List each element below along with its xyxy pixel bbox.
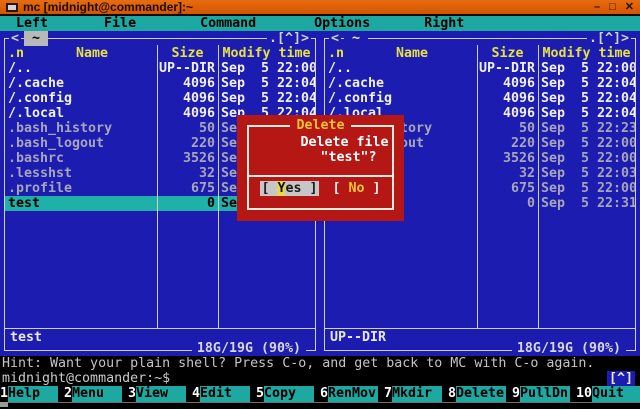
terminal-icon bbox=[6, 3, 18, 12]
yes-button[interactable]: [ Yes ] bbox=[260, 181, 318, 196]
fkey-label: Delete bbox=[456, 386, 506, 402]
column-header-name[interactable]: Name bbox=[347, 46, 477, 61]
column-separator bbox=[477, 45, 478, 329]
fkey-number: 1 bbox=[0, 386, 8, 402]
hint-line: Hint: Want your plain shell? Press C-o, … bbox=[0, 356, 640, 371]
column-header-size[interactable]: Size bbox=[157, 46, 218, 61]
fkey-menu[interactable]: 2Menu bbox=[64, 386, 128, 402]
window-bottom-edge bbox=[0, 402, 640, 407]
delete-dialog: Delete Delete file "test"? [ Yes ] [ No … bbox=[237, 115, 404, 221]
fkey-help[interactable]: 1Help bbox=[0, 386, 64, 402]
window-titlebar: mc [midnight@commander]:~ – □ ✕ bbox=[0, 0, 640, 16]
mini-status-divider bbox=[325, 328, 635, 329]
file-row[interactable]: /..UP--DIRSep 5 22:00 bbox=[325, 61, 635, 76]
dialog-title: Delete bbox=[290, 118, 350, 133]
close-button[interactable]: ✕ bbox=[625, 0, 634, 15]
fkey-view[interactable]: 3View bbox=[128, 386, 192, 402]
column-separator bbox=[538, 45, 539, 329]
column-header-mtime[interactable]: Modify time bbox=[538, 46, 635, 61]
file-row[interactable]: /.cache4096Sep 5 22:04 bbox=[5, 76, 315, 91]
panel-path[interactable]: ~ bbox=[344, 31, 368, 46]
column-separator bbox=[218, 45, 219, 329]
fkey-copy[interactable]: 5Copy bbox=[256, 386, 320, 402]
fkey-label: RenMov bbox=[328, 386, 378, 402]
fkey-renmov[interactable]: 6RenMov bbox=[320, 386, 384, 402]
column-header-mtime[interactable]: Modify time bbox=[218, 46, 315, 61]
fkey-label: Mkdir bbox=[392, 386, 442, 402]
menu-command[interactable]: Command bbox=[200, 16, 256, 31]
window-title: mc [midnight@commander]:~ bbox=[23, 0, 193, 15]
fkey-number: 10 bbox=[576, 386, 592, 402]
dialog-message-line2: "test"? bbox=[293, 150, 404, 165]
shell-prompt[interactable]: midnight@commander:~$ bbox=[2, 371, 170, 386]
sort-indicator[interactable]: .n bbox=[5, 46, 27, 61]
fkey-number: 8 bbox=[448, 386, 456, 402]
shell-prompt-line: midnight@commander:~$ [^] bbox=[0, 371, 640, 386]
terminal-window: mc [midnight@commander]:~ – □ ✕ Left Fil… bbox=[0, 0, 640, 409]
column-header-size[interactable]: Size bbox=[477, 46, 538, 61]
file-row[interactable]: /.cache4096Sep 5 22:04 bbox=[325, 76, 635, 91]
disk-usage: 18G/19G (90%) bbox=[512, 341, 626, 356]
no-button[interactable]: [ No ] bbox=[333, 181, 381, 196]
scroll-up-indicator[interactable]: [^] bbox=[607, 371, 635, 386]
fkey-number: 3 bbox=[128, 386, 136, 402]
fkey-label: Quit bbox=[592, 386, 640, 402]
file-row[interactable]: /..UP--DIRSep 5 22:00 bbox=[5, 61, 315, 76]
fkey-label: View bbox=[136, 386, 186, 402]
disk-usage: 18G/19G (90%) bbox=[192, 341, 306, 356]
file-row[interactable]: /.config4096Sep 5 22:04 bbox=[325, 91, 635, 106]
fkey-quit[interactable]: 10Quit bbox=[576, 386, 640, 402]
menu-file[interactable]: File bbox=[104, 16, 136, 31]
column-header-name[interactable]: Name bbox=[27, 46, 157, 61]
panel-controls-icon[interactable]: .[^]> bbox=[267, 31, 311, 46]
fkey-number: 9 bbox=[512, 386, 520, 402]
history-back-icon[interactable]: < bbox=[329, 31, 341, 46]
fkey-number: 7 bbox=[384, 386, 392, 402]
menu-left[interactable]: Left bbox=[16, 16, 48, 31]
history-back-icon[interactable]: < bbox=[9, 31, 21, 46]
mini-status-divider bbox=[5, 328, 315, 329]
fkey-label: Menu bbox=[72, 386, 122, 402]
menu-bar: Left File Command Options Right bbox=[0, 16, 640, 31]
fkey-number: 4 bbox=[192, 386, 200, 402]
column-separator bbox=[157, 45, 158, 329]
dialog-message-line1: Delete file bbox=[285, 135, 404, 150]
no-label: No bbox=[349, 181, 365, 196]
fkey-delete[interactable]: 8Delete bbox=[448, 386, 512, 402]
fkey-number: 2 bbox=[64, 386, 72, 402]
sort-indicator[interactable]: .n bbox=[325, 46, 347, 61]
panel-path[interactable]: ~ bbox=[24, 31, 48, 46]
dialog-divider bbox=[249, 175, 392, 177]
fkey-mkdir[interactable]: 7Mkdir bbox=[384, 386, 448, 402]
resize-notch bbox=[0, 402, 8, 407]
fkey-label: Edit bbox=[200, 386, 250, 402]
function-key-bar: 1Help2Menu3View4Edit5Copy6RenMov7Mkdir8D… bbox=[0, 386, 640, 402]
fkey-number: 6 bbox=[320, 386, 328, 402]
panel-controls-icon[interactable]: .[^]> bbox=[587, 31, 631, 46]
fkey-label: Copy bbox=[264, 386, 314, 402]
menu-options[interactable]: Options bbox=[314, 16, 370, 31]
file-row[interactable]: /.config4096Sep 5 22:04 bbox=[5, 91, 315, 106]
fkey-pulldn[interactable]: 9PullDn bbox=[512, 386, 576, 402]
menu-right[interactable]: Right bbox=[424, 16, 464, 31]
fkey-label: PullDn bbox=[520, 386, 570, 402]
fkey-number: 5 bbox=[256, 386, 264, 402]
panels-area: < ~ .[^]> .n Name Size Modify time /..UP… bbox=[0, 31, 640, 356]
fkey-label: Help bbox=[8, 386, 58, 402]
fkey-edit[interactable]: 4Edit bbox=[192, 386, 256, 402]
maximize-button[interactable]: □ bbox=[609, 0, 616, 15]
minimize-button[interactable]: – bbox=[594, 0, 600, 15]
